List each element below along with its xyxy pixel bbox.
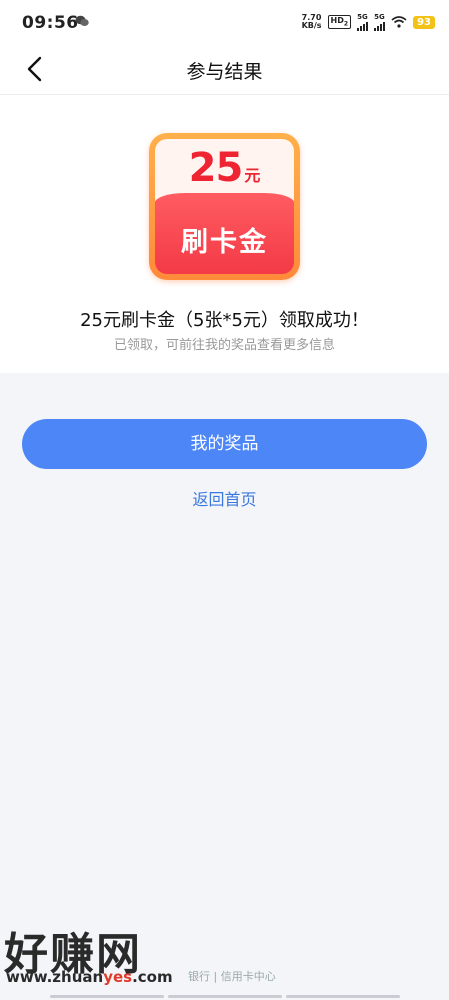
watermark-url: www.zhuanyes.com bbox=[6, 968, 173, 986]
prize-badge: 25 元 刷卡金 bbox=[149, 133, 300, 280]
hd-icon: HD2 bbox=[327, 15, 352, 29]
status-time: 09:56 bbox=[22, 13, 79, 33]
result-subtitle: 已领取，可前往我的奖品查看更多信息 bbox=[113, 338, 335, 353]
signal-5g-icon-2: 5G bbox=[374, 13, 386, 31]
my-prizes-button[interactable]: 我的奖品 bbox=[22, 419, 427, 469]
wifi-icon bbox=[391, 16, 407, 28]
page-title: 参与结果 bbox=[186, 61, 263, 83]
watermark-logo: 好赚网 www.zhuanyes.com bbox=[4, 918, 204, 988]
status-bar: 09:56 7.70 KB/s HD2 5G 5G 93 bbox=[0, 0, 449, 44]
prize-amount: 25 元 bbox=[149, 145, 300, 191]
back-home-link[interactable]: 返回首页 bbox=[0, 486, 449, 510]
result-title: 25元刷卡金（5张*5元）领取成功！ bbox=[80, 310, 369, 331]
signal-5g-icon: 5G bbox=[357, 13, 369, 31]
network-speed: 7.70 KB/s bbox=[301, 13, 322, 30]
home-indicator bbox=[50, 995, 400, 998]
prize-badge-label: 刷卡金 bbox=[181, 227, 268, 258]
result-card: 25 元 刷卡金 25元刷卡金（5张*5元）领取成功！ 已领取，可前往我的奖品查看… bbox=[0, 95, 449, 373]
nav-bar: 参与结果 bbox=[0, 44, 449, 95]
prize-amount-number: 25 bbox=[188, 145, 244, 191]
footer-text: 银行 | 信用卡中心 bbox=[188, 970, 276, 983]
prize-amount-unit: 元 bbox=[244, 166, 261, 185]
wechat-icon bbox=[75, 15, 89, 26]
battery-icon: 93 bbox=[413, 15, 435, 29]
status-indicators: 7.70 KB/s HD2 5G 5G 93 bbox=[302, 10, 435, 34]
